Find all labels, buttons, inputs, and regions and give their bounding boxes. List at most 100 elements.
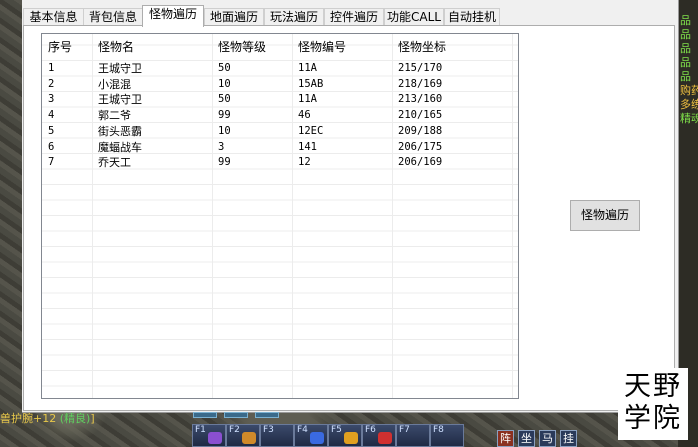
table-row[interactable]: 4 郭二爷 99 46 210/165	[42, 108, 518, 123]
item-name: 兽护腕+12	[0, 412, 60, 425]
cell-coords: 218/169	[398, 77, 443, 90]
hotkey-label: F6	[365, 425, 376, 435]
hotkey-label: F4	[297, 425, 308, 435]
side-chat-tag: 品	[680, 14, 691, 27]
hotkey-slot-f8[interactable]: F8	[430, 424, 464, 447]
side-chat-tag: 购药	[680, 84, 698, 97]
cell-level: 3	[218, 140, 225, 153]
cell-id: 12	[298, 156, 311, 169]
mode-button[interactable]: 阵	[497, 430, 514, 447]
hotkey-slot-f5[interactable]: F5	[328, 424, 362, 447]
cell-monster-name: 王城守卫	[98, 62, 142, 75]
hotkey-slot-f7[interactable]: F7	[396, 424, 430, 447]
hotkey-label: F7	[399, 425, 410, 435]
item-icon	[378, 432, 392, 444]
hotkey-slot-f2[interactable]: F2	[226, 424, 260, 447]
item-icon	[242, 432, 256, 444]
column-header-coords[interactable]: 怪物坐标	[398, 34, 446, 60]
hotkey-slot-f3[interactable]: F3	[260, 424, 294, 447]
cell-monster-name: 郭二爷	[98, 109, 131, 123]
hotkey-slot-f6[interactable]: F6	[362, 424, 396, 447]
mode-button[interactable]: 马	[539, 430, 556, 447]
cell-index: 5	[48, 124, 55, 137]
hotkey-label: F8	[433, 425, 444, 435]
cell-index: 6	[48, 140, 55, 153]
cell-monster-name: 小混混	[98, 77, 131, 91]
cell-monster-name: 乔天工	[98, 156, 131, 170]
cell-level: 99	[218, 109, 231, 122]
cell-coords: 206/175	[398, 140, 443, 153]
table-row[interactable]: 1 王城守卫 50 11A 215/170	[42, 61, 518, 76]
side-chat-tag: 品	[680, 70, 691, 83]
cell-index: 3	[48, 93, 55, 106]
hotkey-label: F5	[331, 425, 342, 435]
cell-id: 11A	[298, 62, 317, 74]
tab-auto-hang[interactable]: 自动挂机	[444, 8, 500, 26]
cell-index: 2	[48, 77, 55, 90]
cell-monster-name: 街头恶霸	[98, 124, 142, 138]
side-chat-tag: 多练	[680, 98, 698, 111]
tab-gameplay-traverse[interactable]: 玩法遍历	[264, 8, 324, 26]
item-suffix: ]	[90, 412, 95, 425]
tab-control-traverse[interactable]: 控件遍历	[324, 8, 384, 26]
cell-id: 12EC	[298, 124, 324, 137]
game-status-text: 兽护腕+12 (精良)]	[0, 413, 95, 425]
cell-coords: 210/165	[398, 109, 443, 122]
cell-id: 11A	[298, 93, 317, 106]
hotkey-slot-f4[interactable]: F4	[294, 424, 328, 447]
hotkey-label: F3	[263, 425, 274, 435]
column-header-id[interactable]: 怪物编号	[298, 34, 346, 60]
hotbar-cap	[255, 412, 279, 418]
tab-function-call[interactable]: 功能CALL	[384, 8, 444, 26]
watermark-line-1: 天野	[624, 371, 682, 402]
tab-bag-info[interactable]: 背包信息	[83, 8, 143, 26]
hotkey-label: F1	[195, 425, 206, 435]
side-chat-tag: 品	[680, 56, 691, 69]
monster-traverse-button[interactable]: 怪物遍历	[570, 200, 640, 231]
column-header-name[interactable]: 怪物名	[98, 34, 134, 60]
table-row[interactable]: 7 乔天工 99 12 206/169	[42, 155, 518, 170]
side-chat-tag: 品	[680, 28, 691, 41]
cell-level: 10	[218, 124, 231, 137]
cell-level: 50	[218, 93, 231, 106]
cell-id: 46	[298, 109, 311, 122]
table-row[interactable]: 6 魔蝠战车 3 141 206/175	[42, 140, 518, 155]
cell-level: 50	[218, 62, 231, 74]
cell-index: 1	[48, 62, 55, 74]
cell-id: 141	[298, 140, 317, 153]
cell-monster-name: 魔蝠战车	[98, 140, 142, 154]
cell-coords: 206/169	[398, 156, 443, 169]
cell-coords: 215/170	[398, 62, 443, 74]
cell-monster-name: 王城守卫	[98, 93, 142, 107]
hotkey-label: F2	[229, 425, 240, 435]
hotbar-cap	[193, 412, 217, 418]
cell-index: 4	[48, 109, 55, 122]
cell-level: 10	[218, 77, 231, 90]
mode-button[interactable]: 挂	[560, 430, 577, 447]
item-quality-tag: (精良)	[59, 412, 91, 425]
tab-bar: 基本信息 背包信息 怪物遍历 地面遍历 玩法遍历 控件遍历 功能CALL 自动挂…	[22, 5, 678, 27]
tab-monster-traverse[interactable]: 怪物遍历	[142, 5, 204, 27]
cell-coords: 213/160	[398, 93, 443, 106]
side-chat-tag: 精魂	[680, 112, 698, 125]
cell-id: 15AB	[298, 77, 324, 90]
watermark: 天野 学院	[618, 368, 688, 440]
table-row[interactable]: 5 街头恶霸 10 12EC 209/188	[42, 124, 518, 139]
cell-coords: 209/188	[398, 124, 443, 137]
tab-ground-traverse[interactable]: 地面遍历	[204, 8, 264, 26]
item-icon	[310, 432, 324, 444]
item-icon	[344, 432, 358, 444]
hotkey-slot-f1[interactable]: F1	[192, 424, 226, 447]
monster-list[interactable]: 序号 怪物名 怪物等级 怪物编号 怪物坐标 1 王城守卫 50 11A 215/170 2…	[41, 33, 519, 399]
tab-basic-info[interactable]: 基本信息	[23, 8, 84, 26]
side-chat-tag: 品	[680, 42, 691, 55]
table-row[interactable]: 2 小混混 10 15AB 218/169	[42, 77, 518, 92]
mode-button[interactable]: 坐	[518, 430, 535, 447]
cell-level: 99	[218, 156, 231, 169]
hotbar-cap	[224, 412, 248, 418]
column-header-level[interactable]: 怪物等级	[218, 34, 266, 60]
column-header-index[interactable]: 序号	[48, 34, 72, 60]
item-icon	[208, 432, 222, 444]
table-row[interactable]: 3 王城守卫 50 11A 213/160	[42, 92, 518, 107]
watermark-line-2: 学院	[624, 403, 682, 434]
